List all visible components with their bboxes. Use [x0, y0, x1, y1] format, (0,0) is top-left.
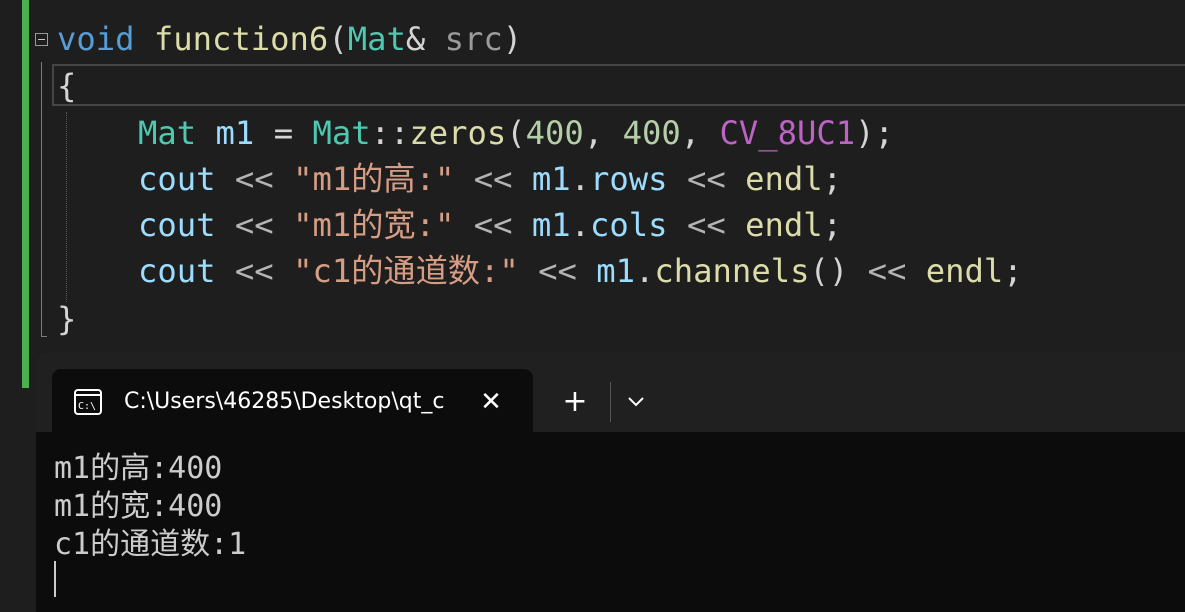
tab-separator [610, 382, 611, 422]
output-line-3: c1的通道数:1 [54, 527, 247, 562]
ampersand: & [405, 20, 445, 58]
endl: endl [925, 252, 1004, 290]
endl: endl [745, 206, 823, 244]
brace-close: } [57, 300, 77, 338]
fn-zeros: zeros [409, 114, 507, 152]
text-cursor [54, 561, 56, 597]
stream-op: << [234, 206, 274, 244]
stream-op: << [234, 252, 274, 290]
var-m1: m1 [531, 160, 571, 198]
param-name: src [444, 20, 503, 58]
paren-open: ( [328, 20, 348, 58]
paren-close: ); [855, 114, 894, 152]
stream-op: << [473, 206, 513, 244]
code-line-brace-close[interactable]: } [57, 296, 76, 342]
member-rows: rows [590, 160, 668, 198]
code-line-1[interactable]: Mat m1 = Mat::zeros(400, 400, CV_8UC1); [138, 110, 894, 156]
svg-text:C:\: C:\ [78, 401, 96, 412]
keyword-void: void [57, 20, 135, 58]
macro-cv8uc1: CV_8UC1 [719, 114, 856, 152]
number-400-a: 400 [525, 114, 584, 152]
fold-guide-end [41, 336, 47, 337]
var-m1: m1 [596, 252, 636, 290]
string-literal: "m1的宽:" [293, 206, 455, 244]
semicolon: ; [1003, 252, 1023, 290]
code-editor[interactable]: void function6(Mat& src) { Mat m1 = Mat:… [0, 0, 1185, 390]
chevron-down-icon[interactable] [622, 386, 650, 416]
stream-op: << [686, 160, 726, 198]
code-line-signature[interactable]: void function6(Mat& src) [57, 16, 522, 62]
indent-guide [66, 112, 67, 302]
close-icon[interactable]: ✕ [476, 387, 506, 417]
comma: , [583, 114, 604, 152]
function-name: function6 [153, 20, 329, 58]
stream-op: << [686, 206, 726, 244]
code-line-brace-open[interactable]: { [57, 63, 76, 109]
type-mat: Mat [138, 114, 197, 152]
brace-open: { [57, 67, 77, 105]
output-line-2: m1的宽:400 [54, 489, 223, 524]
scope-op: :: [370, 114, 410, 152]
terminal-window[interactable]: C:\ C:\Users\46285\Desktop\qt_c ✕ + m1的高… [36, 352, 1185, 612]
call-parens: () [809, 252, 849, 290]
stream-op: << [234, 160, 274, 198]
plus-icon[interactable]: + [557, 384, 593, 420]
equals: = [273, 114, 294, 152]
var-m1: m1 [531, 206, 571, 244]
terminal-output[interactable]: m1的高:400 m1的宽:400 c1的通道数:1 [54, 450, 246, 564]
code-line-3[interactable]: cout << "m1的宽:" << m1.cols << endl; [138, 202, 842, 248]
type-mat-2: Mat [312, 114, 371, 152]
semicolon: ; [822, 206, 843, 244]
terminal-tab-bar: C:\ C:\Users\46285\Desktop\qt_c ✕ + [36, 352, 1185, 432]
cout: cout [138, 206, 216, 244]
semicolon: ; [822, 160, 843, 198]
fold-guide-line [41, 62, 42, 336]
code-line-2[interactable]: cout << "m1的高:" << m1.rows << endl; [138, 156, 842, 202]
current-line-highlight [52, 64, 1185, 106]
terminal-icon: C:\ [74, 389, 102, 415]
number-400-b: 400 [622, 114, 681, 152]
paren-close: ) [502, 20, 523, 58]
paren-open: ( [506, 114, 526, 152]
member-cols: cols [590, 206, 668, 244]
terminal-tab[interactable]: C:\ C:\Users\46285\Desktop\qt_c ✕ [52, 369, 533, 432]
cout: cout [138, 160, 216, 198]
dot: . [570, 160, 591, 198]
fold-minus-icon[interactable] [35, 33, 48, 46]
param-type: Mat [347, 20, 406, 58]
comma: , [680, 114, 701, 152]
var-m1: m1 [215, 114, 255, 152]
dot: . [635, 252, 655, 290]
stream-op: << [473, 160, 513, 198]
output-line-1: m1的高:400 [54, 451, 223, 486]
tab-title: C:\Users\46285\Desktop\qt_c [124, 389, 445, 414]
method-channels: channels [654, 252, 810, 290]
code-line-4[interactable]: cout << "c1的通道数:" << m1.channels() << en… [138, 248, 1023, 294]
string-literal: "c1的通道数:" [293, 252, 519, 290]
change-indicator-bar [22, 0, 29, 388]
cout: cout [138, 252, 216, 290]
stream-op: << [538, 252, 577, 290]
string-literal: "m1的高:" [293, 160, 455, 198]
endl: endl [745, 160, 823, 198]
stream-op: << [867, 252, 907, 290]
dot: . [570, 206, 591, 244]
